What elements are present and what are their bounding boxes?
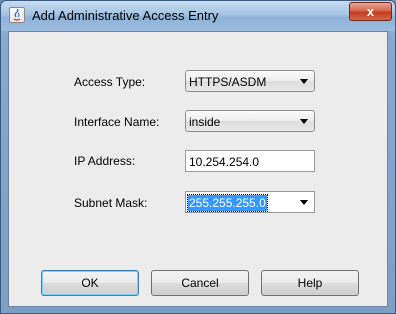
java-app-icon [9, 7, 25, 23]
chevron-down-icon [300, 119, 308, 124]
title-bar[interactable]: Add Administrative Access Entry x [1, 1, 395, 31]
subnet-mask-combo[interactable]: 255.255.255.0 [185, 191, 315, 213]
interface-name-value: inside [189, 115, 221, 129]
access-type-value: HTTPS/ASDM [189, 75, 267, 89]
interface-name-select[interactable]: inside [185, 110, 315, 132]
ip-address-input[interactable]: 10.254.254.0 [185, 150, 315, 172]
dialog-window: Add Administrative Access Entry x Access… [0, 0, 396, 314]
access-type-label: Access Type: [74, 75, 146, 89]
chevron-down-icon[interactable] [300, 200, 308, 205]
chevron-down-icon [300, 79, 308, 84]
close-button[interactable]: x [349, 2, 392, 21]
help-button[interactable]: Help [261, 270, 359, 296]
ip-address-label: IP Address: [74, 154, 136, 168]
window-title: Add Administrative Access Entry [32, 8, 219, 23]
subnet-mask-value: 255.255.255.0 [187, 194, 268, 212]
subnet-mask-label: Subnet Mask: [74, 196, 148, 210]
access-type-select[interactable]: HTTPS/ASDM [185, 70, 315, 92]
ok-button[interactable]: OK [41, 270, 139, 296]
dialog-content: Access Type: HTTPS/ASDM Interface Name: … [8, 31, 388, 307]
interface-name-label: Interface Name: [74, 115, 160, 129]
cancel-button[interactable]: Cancel [151, 270, 249, 296]
ip-address-value: 10.254.254.0 [189, 155, 260, 169]
